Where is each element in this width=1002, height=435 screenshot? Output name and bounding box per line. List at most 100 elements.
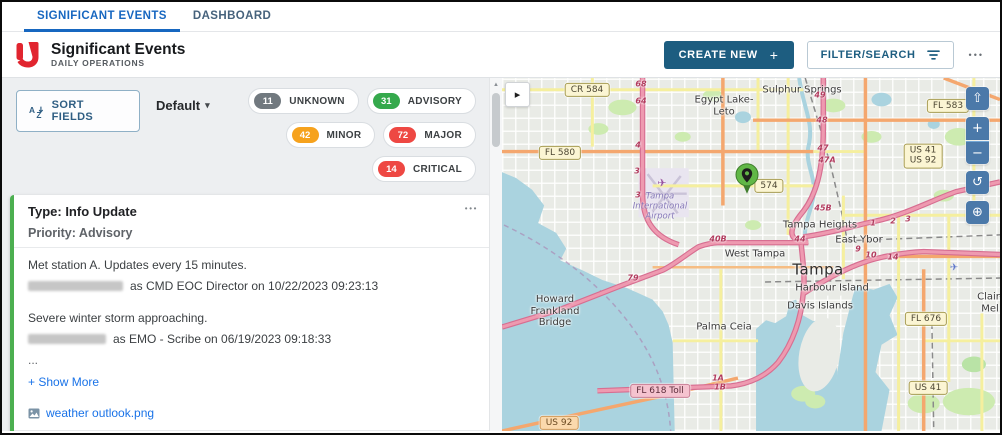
priority-count-badge: 72 xyxy=(389,127,416,143)
map-label: 49 xyxy=(814,90,825,99)
map-label: 9 xyxy=(855,244,861,253)
sort-fields-button[interactable]: A Z SORT FIELDS xyxy=(16,90,140,132)
map-label: 10 xyxy=(865,250,876,259)
main-content: A Z SORT FIELDS Default ▾ 11 UNKNOWN xyxy=(2,77,1000,431)
tab-dashboard[interactable]: DASHBOARD xyxy=(180,2,284,32)
priority-chip-label: MAJOR xyxy=(424,130,462,141)
map-label: 48 xyxy=(816,115,827,124)
priority-chip[interactable]: 11 UNKNOWN xyxy=(248,88,358,114)
priority-chip[interactable]: 72 MAJOR xyxy=(383,122,476,148)
map-label: US 41 US 92 xyxy=(904,144,943,169)
priority-chip[interactable]: 42 MINOR xyxy=(286,122,376,148)
juvare-shield-logo xyxy=(14,40,41,70)
event-card-footer: Record ID: 212 Created By as EMO - Scrib… xyxy=(14,430,491,431)
tab-significant-events[interactable]: SIGNIFICANT EVENTS xyxy=(24,2,180,32)
page-title: Significant Events xyxy=(51,41,185,58)
page-title-block: Significant Events DAILY OPERATIONS xyxy=(51,41,185,68)
map-label: Tampa xyxy=(792,261,843,278)
map-label: 44 xyxy=(794,234,805,243)
app-header: Significant Events DAILY OPERATIONS CREA… xyxy=(2,32,1000,77)
event-byline: as CMD EOC Director on 10/22/2023 09:23:… xyxy=(28,278,477,294)
map-label: 14 xyxy=(887,252,898,261)
sort-order-dropdown[interactable]: Default ▾ xyxy=(156,98,210,113)
event-priority: Priority: Advisory xyxy=(28,226,477,240)
map-label: Palma Ceia xyxy=(696,321,752,333)
filter-search-button[interactable]: FILTER/SEARCH xyxy=(807,41,954,69)
filter-icon xyxy=(927,50,940,60)
map-pin-icon xyxy=(734,163,760,195)
chevron-right-icon: ▸ xyxy=(515,88,521,101)
priority-count-badge: 31 xyxy=(373,93,400,109)
map-label: US 92 xyxy=(540,416,579,430)
map-label: 79 xyxy=(627,273,638,282)
map-label: Davis Islands xyxy=(787,300,853,312)
map-label: Howard Frankland Bridge xyxy=(531,294,580,329)
event-card-info-update[interactable]: Type: Info Update Priority: Advisory •••… xyxy=(10,195,491,431)
map-control-button-reset-view[interactable]: ↺ xyxy=(966,171,989,194)
event-map-marker[interactable] xyxy=(734,163,760,200)
map-label: 64 xyxy=(635,96,646,105)
map-label: ✈ xyxy=(950,262,958,274)
map-control-button-pan-up[interactable]: ⇧ xyxy=(966,87,989,110)
attachment-link[interactable]: weather outlook.png xyxy=(46,405,154,421)
map-control-button-zoom-out[interactable]: − xyxy=(966,141,989,164)
show-more-link[interactable]: + Show More xyxy=(28,374,99,390)
card-more-menu[interactable]: ••• xyxy=(465,204,478,213)
page-subtitle: DAILY OPERATIONS xyxy=(51,58,185,68)
event-text: Severe winter storm approaching. xyxy=(28,310,477,326)
priority-count-badge: 14 xyxy=(378,161,405,177)
map-label: FL 580 xyxy=(539,146,581,160)
map-label: FL 676 xyxy=(905,312,947,326)
app-window: SIGNIFICANT EVENTS DASHBOARD Significant… xyxy=(0,0,1002,435)
map-label: 1 xyxy=(870,218,876,227)
priority-chip[interactable]: 14 CRITICAL xyxy=(372,156,476,182)
map-label: 3 xyxy=(635,190,641,199)
map-control-button-center-location[interactable]: ⊕ xyxy=(966,201,989,224)
map-label: CR 584 xyxy=(565,83,610,97)
map-label: 1A xyxy=(712,373,724,382)
panel-scrollbar: ▲ xyxy=(489,78,502,431)
map-label: Harbour Island xyxy=(795,282,869,294)
svg-text:A: A xyxy=(29,105,35,115)
list-toolbar: A Z SORT FIELDS Default ▾ 11 UNKNOWN xyxy=(2,78,502,186)
map-label: Sulphur Springs xyxy=(762,84,841,96)
event-card-body: Met station A. Updates every 15 minutes.… xyxy=(14,248,491,430)
scrollbar-thumb[interactable] xyxy=(492,93,500,147)
map-label: 3 xyxy=(905,214,911,223)
map-label: 47A xyxy=(818,155,835,164)
map-label: 2 xyxy=(890,216,896,225)
map-label: 45B xyxy=(814,203,831,212)
events-list-panel: A Z SORT FIELDS Default ▾ 11 UNKNOWN xyxy=(2,78,502,431)
map-label: East Ybor xyxy=(835,234,882,246)
priority-chip-label: CRITICAL xyxy=(413,164,462,175)
map-label: 40B xyxy=(709,234,726,243)
map-label: 68 xyxy=(635,79,646,88)
event-byline: as EMO - Scribe on 06/19/2023 09:18:33 xyxy=(28,331,477,347)
map-label: FL 583 xyxy=(927,99,969,113)
map-label: US 41 xyxy=(909,381,948,395)
plus-icon: + xyxy=(770,50,779,60)
top-tab-bar: SIGNIFICANT EVENTS DASHBOARD xyxy=(2,2,1000,32)
map-label: 1B xyxy=(714,382,726,391)
redacted-name xyxy=(28,334,106,344)
map[interactable]: CR 584 FL 580 FL 583 US 41 US 92 574 FL … xyxy=(502,78,1000,431)
map-control-button-zoom-in[interactable]: + xyxy=(966,117,989,140)
map-label: West Tampa xyxy=(725,248,786,260)
map-label: 3 xyxy=(634,166,640,175)
priority-chip[interactable]: 31 ADVISORY xyxy=(367,88,476,114)
map-labels: CR 584 FL 580 FL 583 US 41 US 92 574 FL … xyxy=(502,78,1000,431)
priority-chip-label: UNKNOWN xyxy=(289,96,344,107)
map-label: FL 618 Toll xyxy=(630,384,690,398)
truncation-ellipsis: ... xyxy=(28,352,477,368)
map-label: Tampa International Airport xyxy=(633,192,687,221)
map-label: ✈ xyxy=(657,178,666,191)
scrollbar-up-arrow[interactable]: ▲ xyxy=(493,82,499,88)
map-label: Egypt Lake- Leto xyxy=(695,95,754,118)
event-card-header: Type: Info Update Priority: Advisory ••• xyxy=(14,195,491,248)
priority-count-badge: 11 xyxy=(254,93,281,109)
map-label: 47 xyxy=(817,143,828,152)
panel-collapse-button[interactable]: ▸ xyxy=(505,82,530,107)
map-label: Clair-Mel xyxy=(977,292,1000,315)
header-more-menu[interactable]: ••• xyxy=(967,46,986,64)
create-new-button[interactable]: CREATE NEW + xyxy=(664,41,794,69)
